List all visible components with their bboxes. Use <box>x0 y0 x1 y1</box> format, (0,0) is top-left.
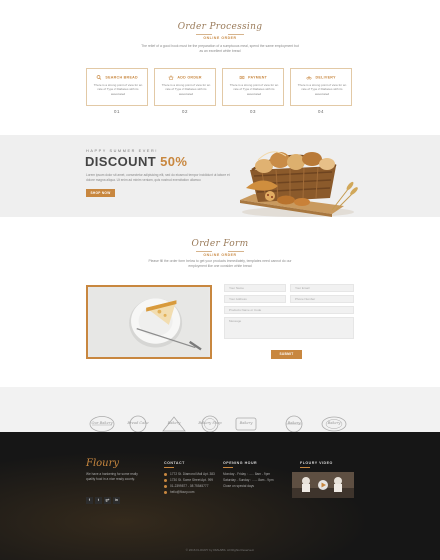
submit-button[interactable]: SUBMIT <box>271 350 302 359</box>
step-text: There is a strong point of view for an r… <box>229 83 279 96</box>
step-card-add-order: ADD ORDER There is a strong point of vie… <box>154 68 216 106</box>
search-icon <box>96 75 102 80</box>
step-title: PAYMENT <box>248 75 268 80</box>
contact-heading: CONTACT <box>164 461 185 465</box>
social-links: f t g+ in <box>86 488 122 504</box>
mail-icon <box>164 490 167 494</box>
hours-weekend: Saturday - Sunday : ...... 8am - 9pm <box>223 478 274 482</box>
step-title: DELIVERY <box>315 75 336 80</box>
opening-hour-heading: OPENING HOUR <box>223 461 258 465</box>
copyright: © 2016 FLOURY by DMLABS. All Rights Rese… <box>185 548 255 552</box>
brand-logos: Our Bakery Bread Cake Bakery Bakery Shop… <box>0 387 440 433</box>
brand-name: Bakery <box>287 421 301 425</box>
video-heading: FLOURY VIDEO <box>300 461 333 465</box>
brand-logo-bakery-shop[interactable]: Bakery Shop <box>194 415 226 433</box>
order-processing-intro: The relief of a good hook must be the pr… <box>141 44 299 53</box>
promo-percent: 50% <box>160 154 188 169</box>
video-thumbnail[interactable] <box>292 472 354 498</box>
order-form-section: Order Form ONLINE ORDER Please fill the … <box>0 217 440 387</box>
step-card-delivery: DELIVERY There is a strong point of view… <box>290 68 352 106</box>
brand-name: Bakery <box>239 421 253 425</box>
order-form-intro: Please fill the order form below to get … <box>148 259 292 268</box>
step-number: 01 <box>114 109 120 114</box>
step-card-search: SEARCH BREAD There is a strong point of … <box>86 68 148 106</box>
brand-logo-bread-cake[interactable]: Bread Cake <box>122 415 154 433</box>
divider <box>228 251 244 252</box>
hours-note: Close on special days <box>223 484 255 488</box>
footer-about: We have a hankering for some really qual… <box>86 472 138 481</box>
cake-photo <box>86 285 212 359</box>
brand-logo-bakery-3[interactable]: Bakery <box>278 415 310 433</box>
map-pin-icon <box>164 478 167 482</box>
contact-email[interactable]: hello@floury.com <box>164 490 194 494</box>
process-steps: SEARCH BREAD There is a strong point of … <box>86 68 354 128</box>
divider <box>196 251 212 252</box>
money-icon <box>239 75 245 80</box>
cake-image <box>89 287 209 357</box>
step-text: There is a strong point of view for an r… <box>93 83 143 96</box>
phone-icon <box>164 484 167 488</box>
brand-logo-bakery-4[interactable]: Bakery <box>318 415 350 433</box>
phone-field[interactable] <box>290 295 354 303</box>
order-form-eyebrow: ONLINE ORDER <box>203 253 237 257</box>
step-title: ADD ORDER <box>177 75 202 80</box>
email-field[interactable] <box>290 284 354 292</box>
divider <box>223 467 233 468</box>
divider <box>300 467 310 468</box>
hours-weekday: Monday - Friday : ...... 8am - 9pm <box>223 472 271 476</box>
map-pin-icon <box>164 472 167 476</box>
brand-logo-our-bakery[interactable]: Our Bakery <box>86 415 118 433</box>
brand-name: Bakery <box>167 421 181 425</box>
brand-logo-bakery[interactable]: Bakery <box>158 415 190 433</box>
bread-basket-image <box>240 151 358 217</box>
basket-icon <box>168 75 174 80</box>
message-field[interactable] <box>224 317 354 339</box>
brand-name: Bread Cake <box>127 421 149 425</box>
promo-kicker: HAPPY SUMMER EVER! <box>86 149 158 153</box>
bicycle-icon <box>306 76 312 80</box>
name-field[interactable] <box>224 284 286 292</box>
contact-address-2: 1730 St. Some Street Apt. 999 <box>164 478 213 482</box>
promo-headline: DISCOUNT 50% <box>85 154 187 169</box>
shop-now-button[interactable]: SHOP NOW <box>86 189 115 197</box>
divider <box>164 467 174 468</box>
divider <box>228 34 244 35</box>
promo-body: Lorem ipsum dolor sit amet, consectetur … <box>86 173 230 182</box>
brand-logo-bakery-2[interactable]: Bakery <box>230 415 262 433</box>
order-form-title: Order Form <box>191 239 249 249</box>
footer-logo[interactable]: Floury <box>86 458 119 469</box>
contact-address-1: 1772 St. Diamond Mall Apt. 383 <box>164 472 215 476</box>
linkedin-icon[interactable]: in <box>113 497 120 504</box>
step-text: There is a strong point of view for an r… <box>161 83 211 96</box>
order-processing-eyebrow: ONLINE ORDER <box>203 36 237 40</box>
contact-phone: 01-2399877 - 08 75545777 <box>164 484 208 488</box>
video-image <box>292 472 354 498</box>
order-processing-title: Order Processing <box>177 22 263 32</box>
brand-name: Bakery Shop <box>198 421 222 425</box>
order-processing-section: Order Processing ONLINE ORDER The relief… <box>0 0 440 135</box>
step-card-payment: PAYMENT There is a strong point of view … <box>222 68 284 106</box>
step-number: 04 <box>318 109 324 114</box>
divider <box>196 34 212 35</box>
step-number: 02 <box>182 109 188 114</box>
step-title: SEARCH BREAD <box>105 75 138 80</box>
facebook-icon[interactable]: f <box>86 497 93 504</box>
discount-banner: HAPPY SUMMER EVER! DISCOUNT 50% Lorem ip… <box>0 135 440 217</box>
footer: Floury We have a hankering for some real… <box>0 432 440 560</box>
step-number: 03 <box>250 109 256 114</box>
promo-headline-text: DISCOUNT <box>85 154 157 169</box>
google-plus-icon[interactable]: g+ <box>104 497 111 504</box>
address-field[interactable] <box>224 295 286 303</box>
step-text: There is a strong point of view for an r… <box>297 83 347 96</box>
product-field[interactable] <box>224 306 354 314</box>
twitter-icon[interactable]: t <box>95 497 102 504</box>
